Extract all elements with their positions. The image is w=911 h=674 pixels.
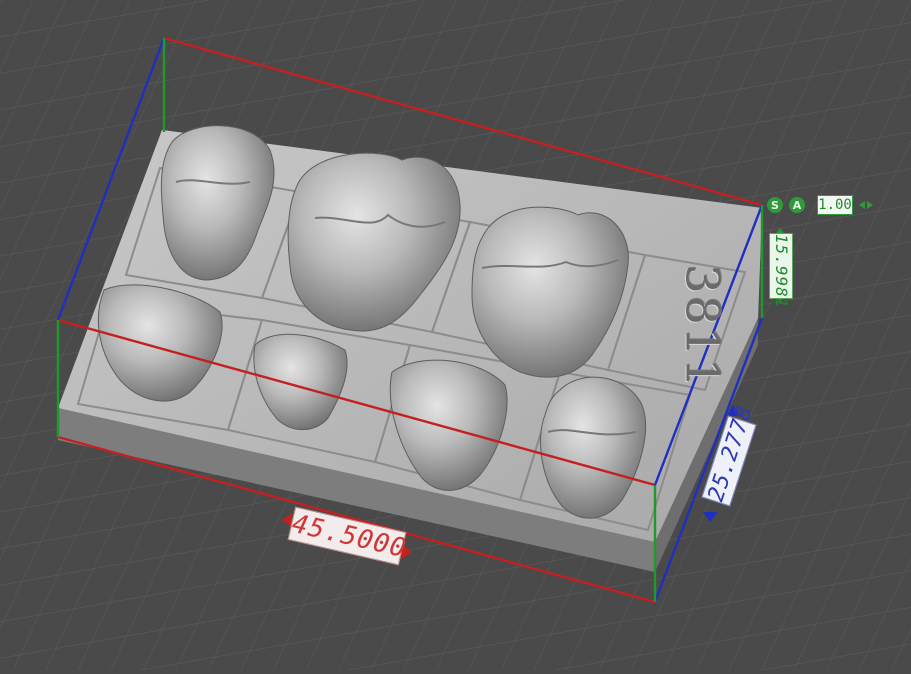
viewport-canvas[interactable] — [0, 0, 911, 670]
dimension-z-label[interactable]: 15.9981 — [769, 233, 793, 308]
3d-viewport[interactable]: 3811 45.5000 25.2778 15.9981 S A 1.00 — [0, 0, 911, 670]
scale-input[interactable]: 1.00 — [817, 195, 853, 215]
scale-increase-icon[interactable] — [867, 201, 873, 209]
scale-decrease-icon[interactable] — [859, 201, 865, 209]
snap-controls: S A 1.00 — [767, 195, 873, 215]
model-engraving-label: 3811 — [675, 264, 730, 390]
align-toggle-button[interactable]: A — [789, 197, 805, 213]
snap-toggle-button[interactable]: S — [767, 197, 783, 213]
scale-stepper[interactable] — [859, 201, 873, 209]
